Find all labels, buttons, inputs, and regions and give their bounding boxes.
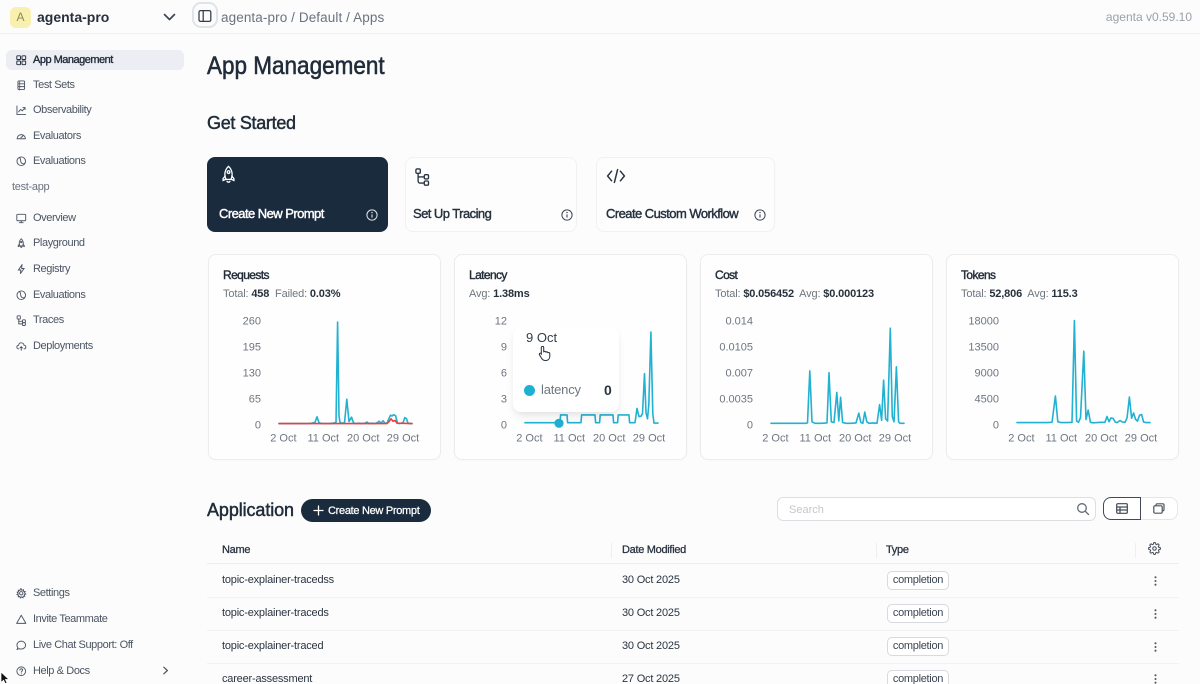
svg-text:20 Oct: 20 Oct bbox=[839, 433, 871, 445]
svg-text:2 Oct: 2 Oct bbox=[270, 433, 296, 445]
svg-text:2 Oct: 2 Oct bbox=[1008, 433, 1034, 445]
svg-text:195: 195 bbox=[243, 341, 261, 353]
svg-text:0: 0 bbox=[993, 419, 999, 431]
svg-text:11 Oct: 11 Oct bbox=[1046, 433, 1078, 445]
svg-text:6: 6 bbox=[501, 367, 507, 379]
svg-text:18000: 18000 bbox=[968, 315, 999, 327]
svg-text:11 Oct: 11 Oct bbox=[308, 433, 340, 445]
svg-text:65: 65 bbox=[249, 393, 261, 405]
svg-text:29 Oct: 29 Oct bbox=[1125, 433, 1157, 445]
svg-text:11 Oct: 11 Oct bbox=[800, 433, 832, 445]
svg-text:3: 3 bbox=[501, 393, 507, 405]
svg-text:20 Oct: 20 Oct bbox=[347, 433, 379, 445]
svg-text:0.014: 0.014 bbox=[725, 315, 753, 327]
svg-text:29 Oct: 29 Oct bbox=[387, 433, 419, 445]
svg-text:4500: 4500 bbox=[975, 393, 999, 405]
svg-text:11 Oct: 11 Oct bbox=[554, 433, 586, 445]
svg-text:29 Oct: 29 Oct bbox=[633, 433, 665, 445]
svg-text:2 Oct: 2 Oct bbox=[516, 433, 542, 445]
svg-text:2 Oct: 2 Oct bbox=[762, 433, 788, 445]
svg-text:260: 260 bbox=[243, 315, 261, 327]
svg-text:0: 0 bbox=[255, 419, 261, 431]
svg-text:13500: 13500 bbox=[968, 341, 999, 353]
svg-text:29 Oct: 29 Oct bbox=[879, 433, 911, 445]
svg-text:20 Oct: 20 Oct bbox=[1085, 433, 1117, 445]
svg-text:0: 0 bbox=[501, 419, 507, 431]
svg-text:0.007: 0.007 bbox=[725, 367, 753, 379]
svg-text:0.0105: 0.0105 bbox=[719, 341, 753, 353]
svg-text:20 Oct: 20 Oct bbox=[593, 433, 625, 445]
svg-text:12: 12 bbox=[495, 315, 507, 327]
svg-text:9000: 9000 bbox=[975, 367, 999, 379]
svg-text:0: 0 bbox=[747, 419, 753, 431]
svg-text:9: 9 bbox=[501, 341, 507, 353]
svg-text:130: 130 bbox=[243, 367, 261, 379]
svg-text:0.0035: 0.0035 bbox=[719, 393, 753, 405]
